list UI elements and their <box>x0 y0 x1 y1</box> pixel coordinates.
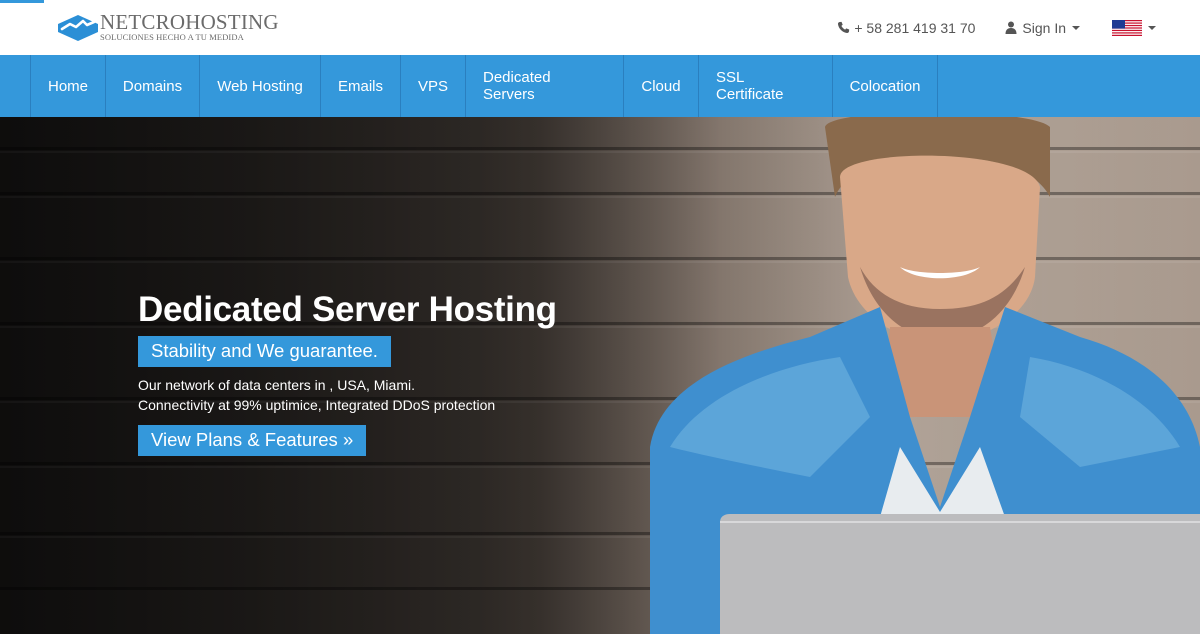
cloud-chart-logo-icon <box>58 15 98 41</box>
sign-in-label: Sign In <box>1022 19 1066 36</box>
phone-number: + 58 281 419 31 70 <box>854 19 976 36</box>
nav-item-domains[interactable]: Domains <box>106 55 200 117</box>
logo-tagline: SOLUCIONES HECHO A TU MEDIDA <box>100 32 244 43</box>
chevron-down-icon <box>1072 25 1080 30</box>
accent-strip <box>0 0 44 3</box>
nav-item-emails[interactable]: Emails <box>321 55 401 117</box>
logo-name: NETCROHOSTING <box>100 10 279 35</box>
nav-item-vps[interactable]: VPS <box>401 55 466 117</box>
sign-in-dropdown[interactable]: Sign In <box>1005 20 1080 36</box>
hero-content: Dedicated Server Hosting Stability and W… <box>138 289 557 456</box>
nav-spacer <box>0 55 31 117</box>
us-flag-icon <box>1112 19 1142 36</box>
nav-item-dedicated-servers[interactable]: Dedicated Servers <box>466 55 624 117</box>
chevron-down-icon <box>1148 25 1156 30</box>
phone-contact[interactable]: + 58 281 419 31 70 <box>837 20 975 36</box>
hero-title: Dedicated Server Hosting <box>138 290 557 329</box>
man-with-laptop-image <box>650 117 1200 634</box>
nav-item-ssl-certificate[interactable]: SSL Certificate <box>699 55 833 117</box>
site-logo[interactable]: NETCROHOSTING SOLUCIONES HECHO A TU MEDI… <box>56 12 279 42</box>
hero-badge: Stability and We guarantee. <box>138 336 391 367</box>
hero-description: Our network of data centers in , USA, Mi… <box>138 375 557 415</box>
nav-item-web-hosting[interactable]: Web Hosting <box>200 55 321 117</box>
top-right-menu: + 58 281 419 31 70 Sign In <box>837 0 1156 55</box>
hero-banner: Dedicated Server Hosting Stability and W… <box>0 117 1200 634</box>
language-selector[interactable] <box>1112 19 1156 36</box>
top-header: NETCROHOSTING SOLUCIONES HECHO A TU MEDI… <box>0 0 1200 55</box>
nav-item-home[interactable]: Home <box>31 55 106 117</box>
hero-line-2: Connectivity at 99% uptimice, Integrated… <box>138 397 496 413</box>
user-icon <box>1005 21 1017 34</box>
nav-item-cloud[interactable]: Cloud <box>624 55 699 117</box>
main-navigation: Home Domains Web Hosting Emails VPS Dedi… <box>0 55 1200 117</box>
phone-icon <box>838 21 850 34</box>
view-plans-button[interactable]: View Plans & Features » <box>138 425 367 456</box>
nav-item-colocation[interactable]: Colocation <box>833 55 938 117</box>
hero-line-1: Our network of data centers in , USA, Mi… <box>138 377 415 393</box>
